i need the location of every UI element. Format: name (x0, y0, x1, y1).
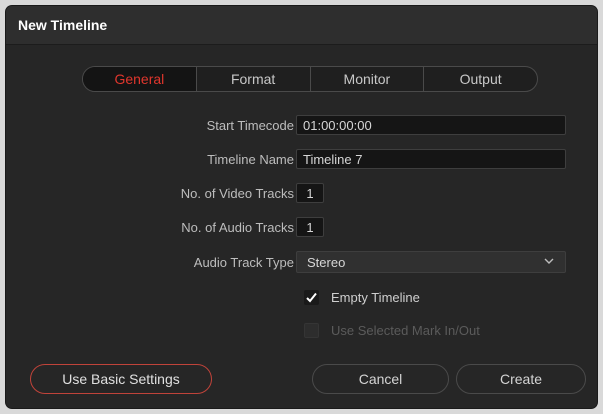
tab-format[interactable]: Format (197, 67, 311, 91)
audio-track-type-label: Audio Track Type (193, 254, 294, 270)
tab-output[interactable]: Output (424, 67, 537, 91)
dialog-titlebar: New Timeline (6, 6, 597, 45)
tab-general[interactable]: General (83, 67, 197, 91)
video-tracks-input[interactable]: 1 (296, 183, 324, 203)
use-selected-mark-checkbox (304, 322, 319, 338)
video-tracks-row: No. of Video Tracks 1 (6, 182, 597, 204)
start-timecode-label: Start Timecode (206, 117, 294, 133)
video-tracks-label: No. of Video Tracks (180, 185, 294, 201)
create-button[interactable]: Create (456, 364, 586, 394)
tab-monitor[interactable]: Monitor (311, 67, 425, 91)
checkmark-icon (306, 292, 317, 302)
start-timecode-row: Start Timecode 01:00:00:00 (6, 114, 597, 136)
audio-tracks-label: No. of Audio Tracks (181, 219, 294, 235)
empty-timeline-label: Empty Timeline (331, 289, 420, 305)
empty-timeline-checkbox[interactable] (304, 289, 319, 305)
tab-bar: General Format Monitor Output (82, 66, 538, 92)
audio-track-type-row: Audio Track Type Stereo (6, 251, 597, 273)
new-timeline-dialog: New Timeline General Format Monitor Outp… (6, 6, 597, 408)
dialog-title: New Timeline (18, 17, 108, 33)
timeline-name-row: Timeline Name Timeline 7 (6, 148, 597, 170)
use-selected-mark-label: Use Selected Mark In/Out (331, 322, 480, 338)
chevron-down-icon (544, 258, 554, 264)
audio-track-type-select[interactable]: Stereo (296, 251, 566, 273)
timeline-name-input[interactable]: Timeline 7 (296, 149, 566, 169)
audio-track-type-value: Stereo (307, 254, 346, 270)
audio-tracks-input[interactable]: 1 (296, 217, 324, 237)
use-basic-settings-button[interactable]: Use Basic Settings (30, 364, 212, 394)
start-timecode-input[interactable]: 01:00:00:00 (296, 115, 566, 135)
timeline-name-label: Timeline Name (207, 151, 294, 167)
cancel-button[interactable]: Cancel (312, 364, 449, 394)
empty-timeline-row: Empty Timeline (6, 286, 597, 308)
audio-tracks-row: No. of Audio Tracks 1 (6, 216, 597, 238)
use-selected-mark-row: Use Selected Mark In/Out (6, 319, 597, 341)
